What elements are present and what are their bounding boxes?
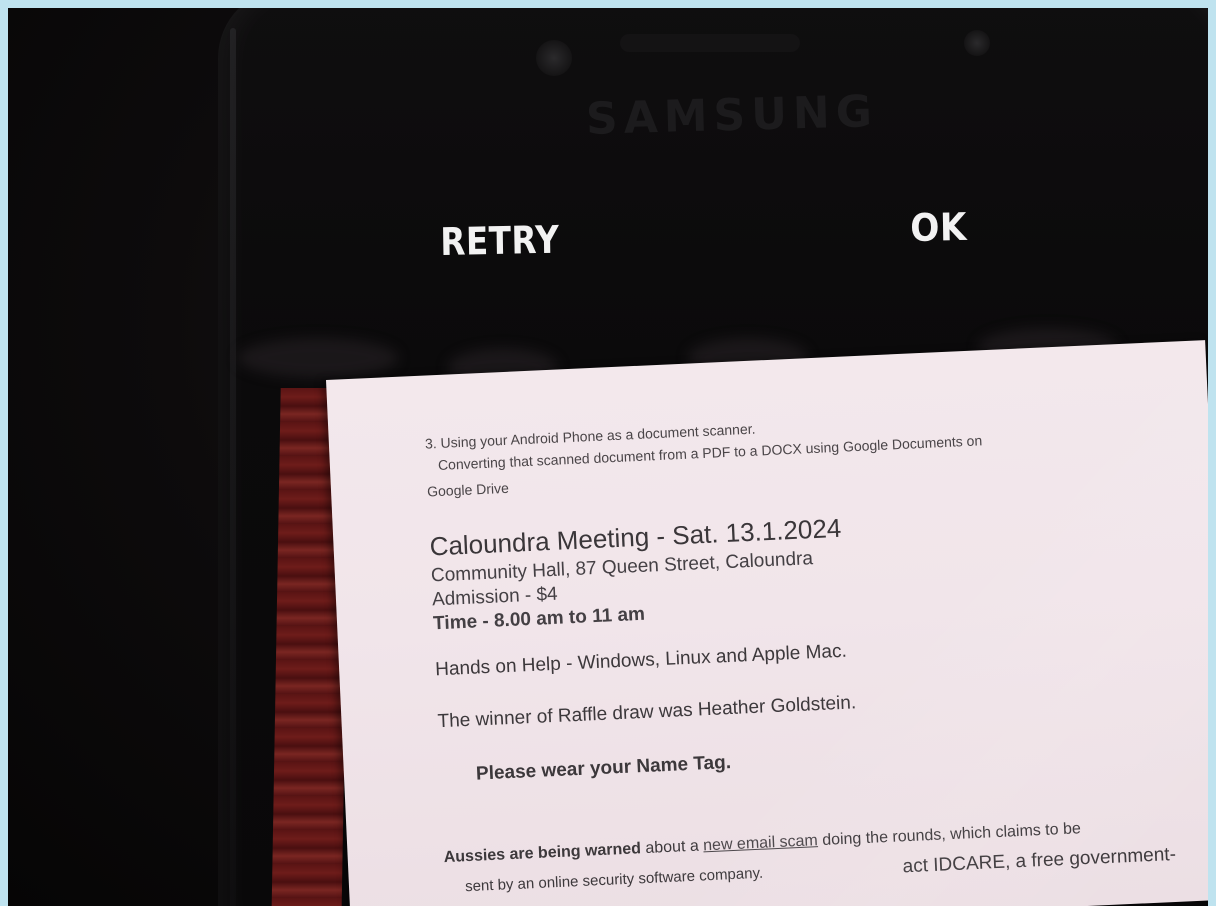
heading-line: Google Drive [426,479,510,500]
front-camera-icon [536,40,572,76]
partial-line: sent by an online security software comp… [464,864,764,896]
admission-text: Admission - $4 [431,583,559,611]
sensor-icon [964,30,990,56]
printed-newsletter-page: 3. Using your Android Phone as a documen… [326,340,1208,906]
help-text: Hands on Help - Windows, Linux and Apple… [434,640,848,681]
scam-link[interactable]: new email scam [703,832,818,854]
phone-edge [230,28,236,906]
partial-line: act IDCARE, a free government- [902,843,1177,878]
warning-text: doing the rounds, which claims to be [817,820,1082,850]
phone-brand-logo: SAMSUNG [585,86,879,145]
retry-button[interactable]: RETRY [440,218,560,264]
warning-lead: Aussies are being warned [443,840,642,867]
photo: SAMSUNG RETRY OK 3. Using your Android P… [8,8,1208,906]
newsletter-content: 3. Using your Android Phone as a documen… [425,401,1194,896]
warning-text: about a [640,837,704,858]
name-tag-notice: Please wear your Name Tag. [475,752,732,785]
ok-button[interactable]: OK [910,205,967,250]
screen-reflection [238,338,398,378]
earpiece-speaker [620,34,800,52]
raffle-text: The winner of Raffle draw was Heather Go… [437,692,857,733]
